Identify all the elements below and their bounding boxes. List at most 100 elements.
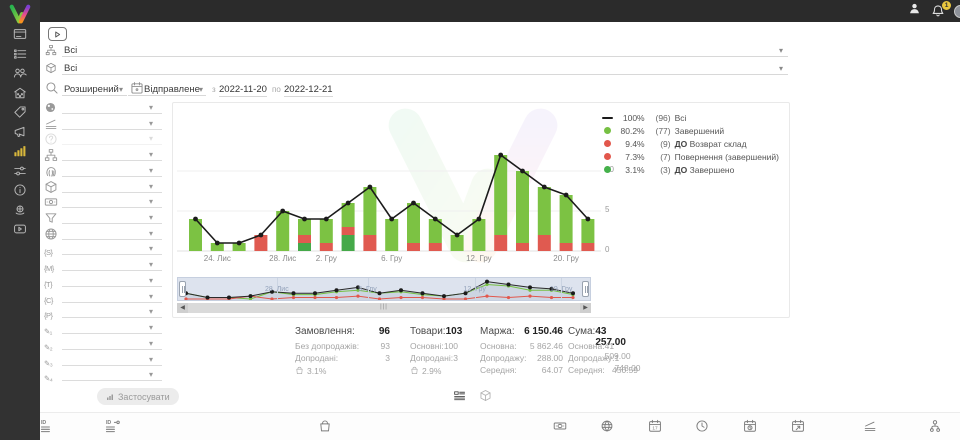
legend-entry[interactable]: 3.1%(3)ДО Завершено <box>602 163 779 176</box>
filter-select-row[interactable]: ▾ <box>44 180 164 195</box>
calendar-clock-icon[interactable] <box>743 419 757 438</box>
filter-select-row[interactable]: ✎₄▾ <box>44 368 164 383</box>
legend-dot-marker <box>604 153 611 160</box>
play-tutorial-button[interactable] <box>48 27 67 41</box>
sidebar-item[interactable] <box>0 144 40 164</box>
filter-select-row[interactable]: {T}▾ <box>44 274 164 289</box>
bag-icon[interactable] <box>318 419 332 438</box>
chevron-down-icon: ▾ <box>149 119 153 128</box>
chevron-down-icon: ▾ <box>149 197 153 206</box>
legend-line-marker <box>602 117 613 119</box>
filter-select-row[interactable]: ✎₃▾ <box>44 353 164 368</box>
scroll-right-arrow[interactable]: ▶ <box>580 303 591 313</box>
upsell-percent: 3.1% <box>295 365 390 377</box>
orders-icon <box>13 47 27 66</box>
funnel-select-value: Всі <box>64 45 77 56</box>
calendar-icon <box>130 81 144 100</box>
sphere-icon[interactable] <box>600 419 614 438</box>
stat-title: Товари:103 <box>410 326 458 341</box>
chart-legend: 100%(96)Всі80.2%(77)Завершений9.4%(9)ДО … <box>602 111 779 176</box>
product-select-value: Всі <box>64 63 77 74</box>
filter-select-row[interactable]: ▾ <box>44 227 164 242</box>
chevron-down-icon: ▾ <box>149 260 153 269</box>
legend-entry[interactable]: 80.2%(77)Завершений <box>602 124 779 137</box>
filter-select-row[interactable]: ▾ <box>44 132 164 147</box>
bag-percent-icon <box>295 366 304 377</box>
sidebar-item[interactable] <box>0 47 40 67</box>
sidebar-item[interactable] <box>0 105 40 125</box>
filter-select-row[interactable]: {S}▾ <box>44 242 164 257</box>
chevron-down-icon: ▾ <box>149 370 153 379</box>
legend-entry[interactable]: 9.4%(9)ДО Возврат склад <box>602 137 779 150</box>
sidebar-item[interactable] <box>0 203 40 223</box>
stat-row: Допродажу:1 748.00 <box>568 353 638 365</box>
legend-dot-marker <box>604 127 611 134</box>
date-to-input[interactable]: 2022-12-21 <box>284 84 333 97</box>
calendar-export-icon[interactable] <box>791 419 805 438</box>
id-list-icon[interactable]: ID <box>41 419 56 439</box>
search-mode-value: Розширений <box>64 84 119 95</box>
list-view-icon[interactable] <box>453 389 466 407</box>
stat-row: Середня:450.59 <box>568 365 638 377</box>
apply-button[interactable]: Застосувати <box>97 388 179 405</box>
sidebar-item[interactable] <box>0 222 40 242</box>
family-tree-icon[interactable] <box>928 419 942 438</box>
navigator-right-handle[interactable] <box>582 281 589 297</box>
x-tick-label: 12. Гру <box>466 254 492 263</box>
sidebar-item[interactable] <box>0 125 40 145</box>
x-tick-label: 20. Гру <box>553 254 579 263</box>
app-logo[interactable] <box>0 0 40 27</box>
company-icon <box>13 86 27 105</box>
calendar-date-icon[interactable]: 17 <box>648 419 662 438</box>
bottom-toolbar: ID ID 17 <box>40 412 960 440</box>
filter-select-row[interactable]: ▾ <box>44 117 164 132</box>
filter-select-row[interactable]: ✎₁▾ <box>44 321 164 336</box>
date-to-label: по <box>272 85 281 94</box>
navigator-date-label: 19. Гру <box>550 286 572 293</box>
orders-chart[interactable] <box>177 103 607 263</box>
sidebar-item[interactable] <box>0 164 40 184</box>
sidebar-item[interactable] <box>0 183 40 203</box>
filter-select-row[interactable]: ▾ <box>44 148 164 163</box>
chart-scrollbar[interactable]: ◀ ▶ ||| <box>177 303 591 313</box>
navigator-left-handle[interactable] <box>179 281 186 297</box>
date-from-input[interactable]: 2022-11-20 <box>219 84 267 97</box>
level-icon[interactable] <box>863 419 877 438</box>
legend-entry[interactable]: 100%(96)Всі <box>602 111 779 124</box>
sidebar-item[interactable] <box>0 86 40 106</box>
x-tick-label: 28. Лис <box>269 254 296 263</box>
cube-view-icon[interactable] <box>479 389 492 407</box>
chart-navigator[interactable]: 28. Лис5. Гру12. Гру19. Гру <box>177 277 591 301</box>
navigator-date-label: 28. Лис <box>265 286 289 293</box>
stat-title: Замовлення:96 <box>295 326 390 341</box>
filter-select-row[interactable]: {C}▾ <box>44 290 164 305</box>
clock-icon[interactable] <box>695 419 709 438</box>
filter-select-row[interactable]: ✎₂▾ <box>44 337 164 352</box>
chevron-down-icon: ▾ <box>779 64 783 73</box>
stat-row: Основна:41 509.00 <box>568 341 638 353</box>
support-icon <box>13 203 27 222</box>
sidebar-item[interactable] <box>0 27 40 47</box>
sidebar-item[interactable] <box>0 66 40 86</box>
notifications-bell-icon[interactable]: 1 <box>931 4 946 19</box>
filter-select-row[interactable]: ▾ <box>44 101 164 116</box>
scrollbar-grip[interactable]: ||| <box>380 304 388 310</box>
user-avatar-icon[interactable] <box>908 2 921 20</box>
profile-circle-partial[interactable] <box>954 5 960 18</box>
product-box-icon <box>45 61 57 79</box>
filter-select-row[interactable]: {M}▾ <box>44 258 164 273</box>
stat-row: Допродажу:288.00 <box>480 353 563 365</box>
filter-select-row[interactable]: ▾ <box>44 164 164 179</box>
stat-row: Середня:64.07 <box>480 365 563 377</box>
legend-entry[interactable]: 7.3%(7)Повернення (завершений) <box>602 150 779 163</box>
cash-icon[interactable] <box>553 419 567 438</box>
notification-badge: 1 <box>942 1 951 10</box>
filter-select-row[interactable]: {P}▾ <box>44 305 164 320</box>
filter-select-row[interactable]: ▾ <box>44 195 164 210</box>
chevron-down-icon: ▾ <box>149 244 153 253</box>
x-tick-label: 2. Гру <box>316 254 337 263</box>
id-status-icon[interactable]: ID <box>106 419 121 439</box>
svg-text:ID: ID <box>106 420 111 426</box>
filter-select-row[interactable]: ▾ <box>44 211 164 226</box>
scroll-left-arrow[interactable]: ◀ <box>177 303 188 313</box>
